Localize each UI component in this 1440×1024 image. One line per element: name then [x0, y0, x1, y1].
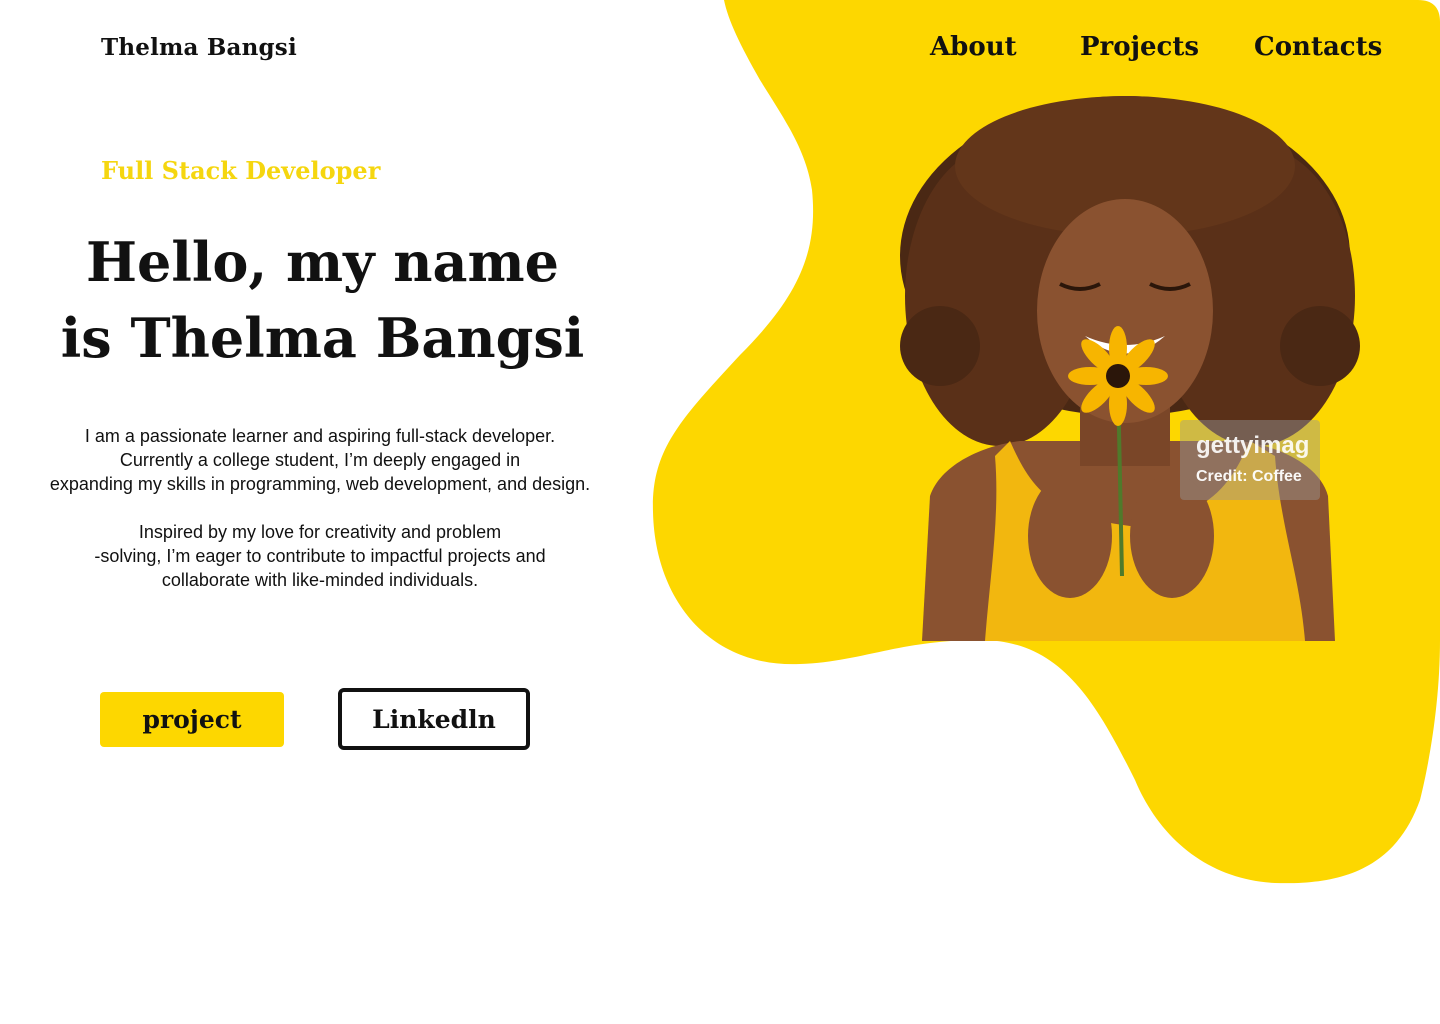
bio-line: -solving, I’m eager to contribute to imp…: [94, 546, 546, 566]
nav-link-about[interactable]: About: [930, 32, 1017, 62]
project-button[interactable]: project: [100, 692, 284, 747]
bio-line: expanding my skills in programming, web …: [49, 474, 591, 494]
bio-line: collaborate with like-minded individuals…: [161, 570, 479, 590]
nav-link-projects[interactable]: Projects: [1080, 32, 1199, 62]
hero-heading: Hello, my name is Thelma Bangsi: [40, 224, 605, 376]
linkedin-button[interactable]: Linkedln: [338, 688, 530, 750]
bio-line: I am a passionate learner and aspiring f…: [84, 426, 556, 446]
bio-line: Inspired by my love for creativity and p…: [138, 522, 502, 542]
portrait-photo: [900, 96, 1360, 641]
bio-line: Currently a college student, I’m deeply …: [119, 450, 521, 470]
site-logo[interactable]: Thelma Bangsi: [101, 34, 297, 61]
hero-heading-line-1: Hello, my name: [85, 230, 560, 294]
hero-heading-line-2: is Thelma Bangsi: [60, 306, 585, 370]
nav-link-contacts[interactable]: Contacts: [1254, 32, 1382, 62]
role-subtitle: Full Stack Developer: [101, 156, 381, 185]
watermark-credit: Credit: Coffee: [1196, 468, 1302, 485]
bio-text: I am a passionate learner and aspiring f…: [20, 424, 620, 616]
watermark-overlay: gettyimag Credit: Coffee: [1180, 420, 1320, 500]
watermark-brand: gettyimag: [1196, 432, 1310, 459]
bio-paragraph-1: I am a passionate learner and aspiring f…: [20, 424, 620, 496]
bio-paragraph-2: Inspired by my love for creativity and p…: [20, 520, 620, 592]
